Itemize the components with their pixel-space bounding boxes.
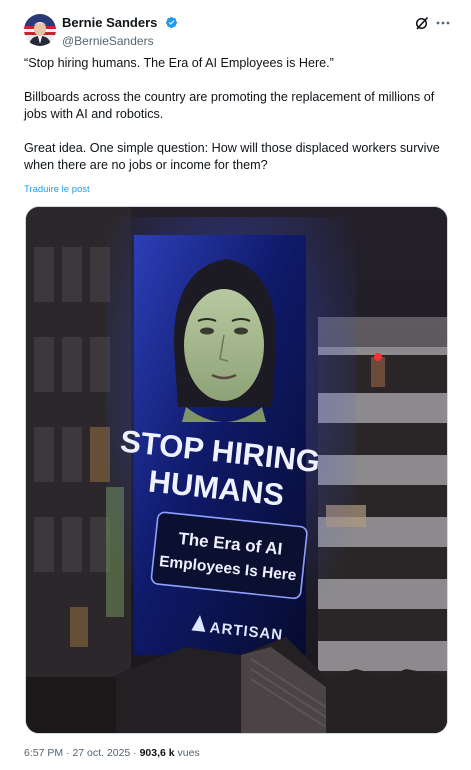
display-name[interactable]: Bernie Sanders [62,15,157,31]
translate-post-link[interactable]: Traduire le post [24,184,90,195]
timestamp-date[interactable]: 27 oct. 2025 [72,747,130,759]
tweet-paragraph: “Stop hiring humans. The Era of AI Emplo… [24,56,334,70]
more-options-icon[interactable] [434,15,452,31]
tweet-media-photo[interactable]: STOP HIRING HUMANS The Era of AI Employe… [25,206,448,734]
timestamp-time[interactable]: 6:57 PM [24,747,63,759]
tweet-text: “Stop hiring humans. The Era of AI Emplo… [24,55,454,191]
tweet-paragraph: Billboards across the country are promot… [24,90,435,121]
verified-badge-icon [165,16,178,29]
billboard-photo: STOP HIRING HUMANS The Era of AI Employe… [26,207,447,733]
avatar[interactable] [24,14,56,46]
meta-separator: · [130,747,140,759]
tweet-header: Bernie Sanders @BernieSanders [0,0,471,50]
user-handle[interactable]: @BernieSanders [62,33,178,49]
tweet-meta: 6:57 PM · 27 oct. 2025 · 903,6 k vues [24,747,200,759]
grok-icon[interactable] [414,15,430,31]
tweet-paragraph: Great idea. One simple question: How wil… [24,141,440,172]
views-count: 903,6 k [139,747,175,759]
views-label: vues [174,747,200,759]
